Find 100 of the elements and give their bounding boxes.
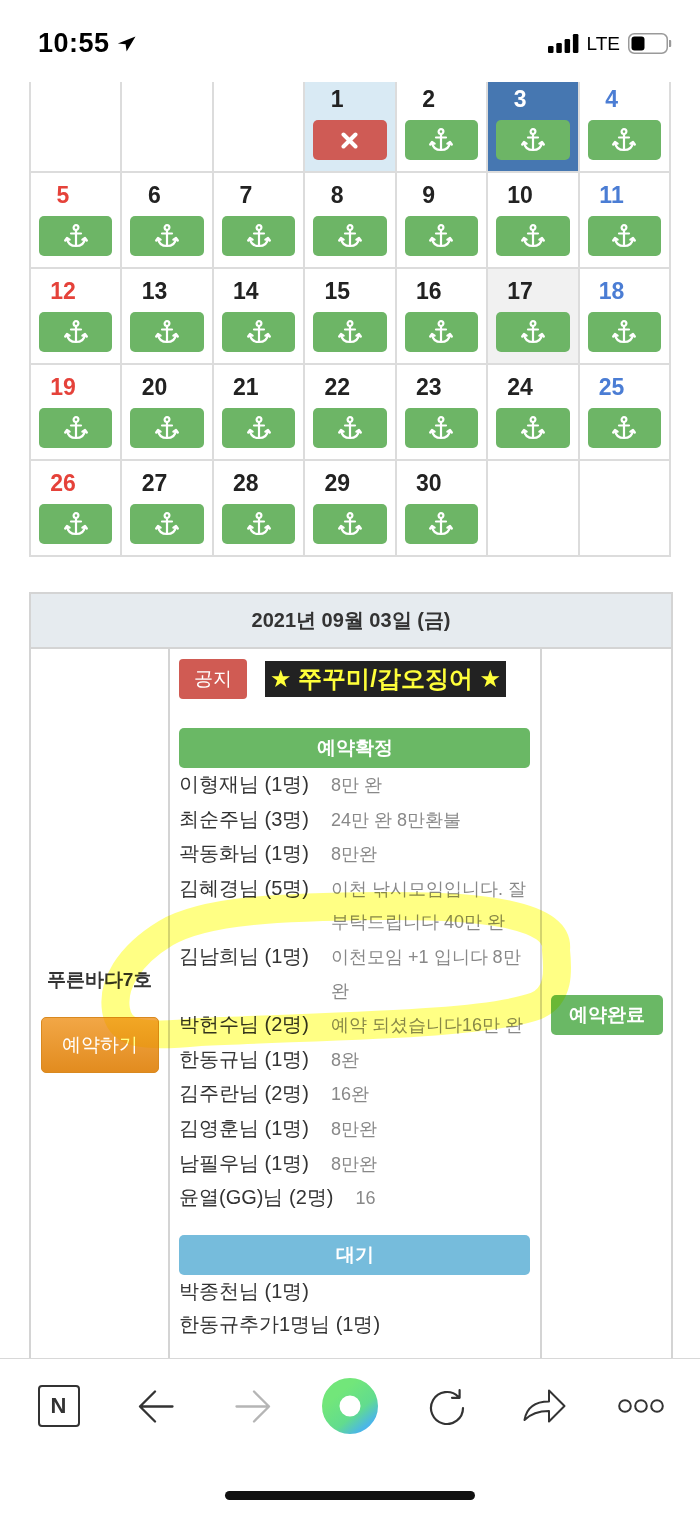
day-number: 18 (597, 278, 626, 304)
ring-button[interactable] (322, 1378, 378, 1434)
reload-icon (428, 1387, 467, 1425)
day-status-button[interactable] (39, 504, 113, 544)
day-status-button[interactable] (130, 504, 204, 544)
anchor-icon (155, 224, 180, 248)
day-number: 4 (604, 86, 619, 112)
day-status-button[interactable] (587, 312, 661, 352)
anchor-icon (63, 224, 88, 248)
day-status-button[interactable] (587, 408, 661, 448)
battery-icon (628, 33, 672, 54)
anchor-icon (246, 512, 271, 536)
day-number: 22 (323, 374, 352, 400)
day-status-button[interactable] (130, 312, 204, 352)
reload-button[interactable] (428, 1387, 467, 1425)
day-status-button[interactable] (221, 408, 296, 448)
day-number: 29 (323, 470, 352, 496)
day-number: 30 (414, 470, 443, 496)
day-number: 15 (323, 278, 352, 304)
day-status-button[interactable] (587, 216, 661, 256)
guest-memo: 16완 (331, 1083, 371, 1107)
anchor-icon (155, 320, 180, 344)
guest-name: 박종천님 (1명) (179, 1278, 309, 1304)
anchor-icon (612, 224, 637, 248)
guest-name: 한동규님 (1명) (179, 1046, 309, 1072)
guest-memo: 24만 완 8만환불 (331, 808, 463, 832)
day-number: 10 (506, 182, 534, 208)
date-header: 2021년 09월 03일 (금) (30, 593, 673, 648)
day-number: 3 (512, 86, 528, 112)
guest-memo: 16 (355, 1187, 377, 1211)
day-number: 1 (329, 86, 345, 112)
day-status-button[interactable] (404, 408, 479, 448)
anchor-icon (612, 416, 637, 440)
guest-name: 윤열(GG)님 (2명) (179, 1185, 334, 1211)
day-number: 25 (597, 374, 626, 400)
anchor-icon (337, 512, 362, 536)
group-header: 예약확정 (179, 728, 530, 768)
day-number: 24 (506, 374, 534, 400)
day-number: 26 (49, 470, 77, 496)
guest-memo: 8만완 (331, 1152, 378, 1176)
guest-name: 김영훈님 (1명) (179, 1115, 309, 1141)
day-number: 27 (140, 470, 169, 496)
ring-icon (322, 1378, 378, 1434)
notice-badge: 공지 (179, 659, 247, 699)
day-status-button[interactable] (39, 216, 113, 256)
day-status-button[interactable] (496, 312, 570, 352)
network-label: LTE (586, 32, 620, 55)
day-status-button[interactable] (404, 216, 479, 256)
more-icon (618, 1399, 665, 1413)
day-number: 5 (55, 182, 71, 208)
day-status-button[interactable] (39, 408, 113, 448)
day-status-button[interactable] (221, 504, 296, 544)
guest-name: 남필우님 (1명) (179, 1150, 309, 1176)
day-number: 11 (598, 182, 625, 208)
day-number: 20 (140, 374, 169, 400)
guest-name: 이형재님 (1명) (179, 772, 309, 797)
guest-name: 곽동화님 (1명) (179, 841, 309, 867)
anchor-icon (246, 416, 271, 440)
day-status-button[interactable] (313, 504, 387, 544)
day-number: 16 (414, 278, 443, 304)
day-status-button[interactable] (221, 312, 296, 352)
day-status-button[interactable] (587, 120, 661, 160)
notice-title: ★ 쭈꾸미/갑오징어 ★ (265, 661, 507, 697)
status-time: 10:55 (38, 28, 110, 59)
x-icon (341, 131, 359, 149)
logo-button[interactable]: N (37, 1385, 80, 1427)
day-status-button[interactable] (313, 120, 387, 160)
day-status-button[interactable] (404, 312, 479, 352)
anchor-icon (155, 512, 180, 536)
day-status-button[interactable] (313, 312, 387, 352)
day-status-button[interactable] (404, 504, 479, 544)
day-number: 14 (232, 278, 260, 304)
group-header: 대기 (179, 1234, 530, 1275)
more-button[interactable] (618, 1399, 665, 1413)
day-status-button[interactable] (221, 216, 296, 256)
anchor-icon (337, 320, 362, 344)
day-status-button[interactable] (496, 120, 570, 160)
guest-memo: 8만완 (331, 1117, 378, 1141)
day-number: 8 (329, 182, 345, 208)
day-status-button[interactable] (496, 216, 570, 256)
day-status-button[interactable] (313, 216, 387, 256)
day-number: 7 (238, 182, 254, 208)
guest-name: 김혜경님 (5명) (179, 875, 309, 901)
day-number: 2 (421, 86, 437, 112)
day-status-button[interactable] (496, 408, 570, 448)
anchor-icon (520, 128, 545, 152)
day-status-button[interactable] (130, 408, 204, 448)
day-status-button[interactable] (39, 312, 113, 352)
signal-icon (547, 34, 579, 53)
day-status-button[interactable] (130, 216, 204, 256)
share-button[interactable] (522, 1388, 566, 1424)
guest-name: 김남희님 (1명) (179, 943, 309, 969)
guest-name: 김주란님 (2명) (179, 1081, 309, 1107)
day-number: 12 (49, 278, 77, 304)
guest-memo: 8만 완 (331, 774, 383, 797)
back-button[interactable] (137, 1389, 174, 1423)
day-status-button[interactable] (313, 408, 387, 448)
day-number: 6 (147, 182, 162, 208)
anchor-icon (429, 128, 454, 152)
day-status-button[interactable] (404, 120, 479, 160)
